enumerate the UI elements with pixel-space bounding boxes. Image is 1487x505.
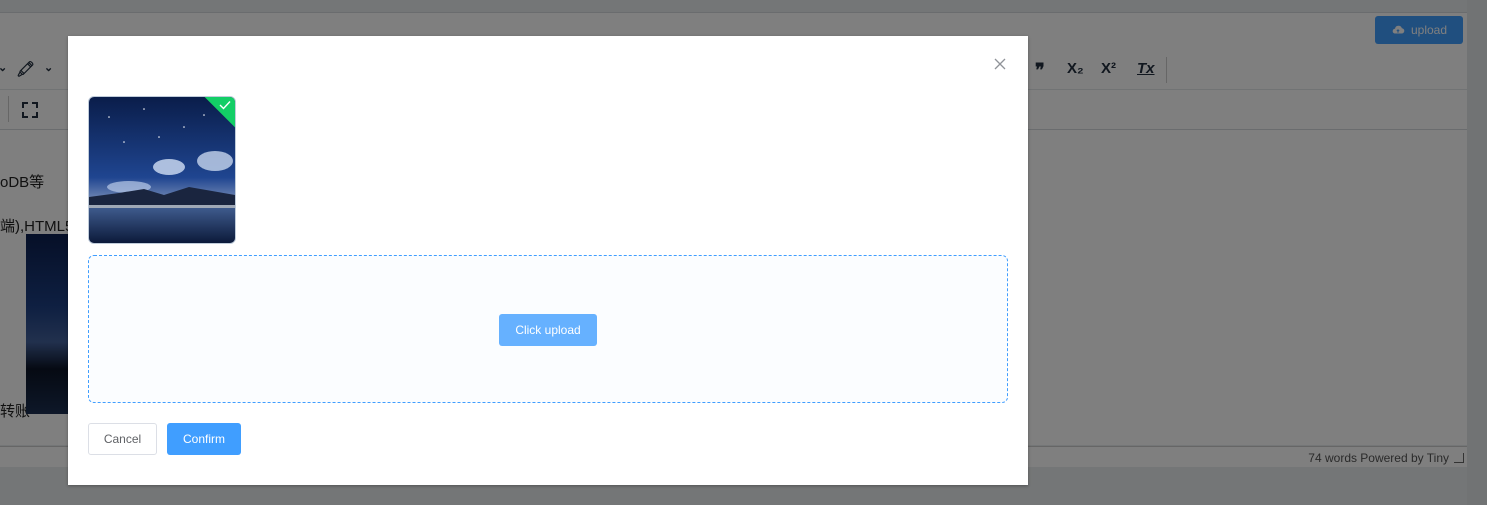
check-icon	[219, 101, 231, 110]
close-icon	[994, 58, 1006, 70]
uploaded-image-thumbnail[interactable]	[88, 96, 236, 244]
upload-dropzone[interactable]: Click upload	[88, 255, 1008, 403]
cancel-button[interactable]: Cancel	[88, 423, 157, 455]
upload-dialog: Click upload Cancel Confirm	[68, 36, 1028, 485]
confirm-button[interactable]: Confirm	[167, 423, 241, 455]
close-button[interactable]	[992, 56, 1008, 72]
thumbnail-image	[89, 97, 235, 243]
click-upload-button[interactable]: Click upload	[499, 314, 597, 346]
